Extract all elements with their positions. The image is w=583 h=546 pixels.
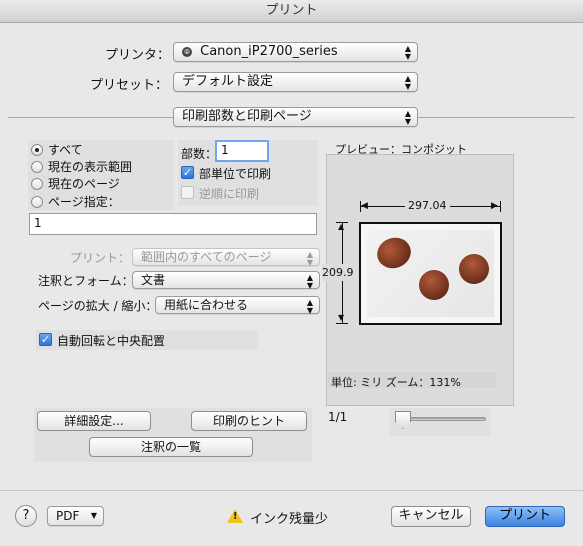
copies-input[interactable]: 1 <box>215 140 269 162</box>
pdf-menu-button[interactable]: PDF ▼ <box>47 506 104 526</box>
ink-warning-label: インク残量少 <box>250 512 329 527</box>
height-label: 209.9 <box>322 264 354 281</box>
updown-arrows-icon: ▲ ▼ <box>404 109 412 126</box>
radio-specify-label: ページ指定： <box>48 195 120 209</box>
updown-arrows-icon: ▲ ▼ <box>404 74 412 91</box>
collate-checkbox[interactable]: ✓ <box>181 166 194 179</box>
scale-popup[interactable]: 用紙に合わせる ▲ ▼ <box>155 296 320 315</box>
autorotate-label: 自動回転と中央配置 <box>57 334 166 348</box>
printer-status-icon: ⦾ <box>182 46 192 57</box>
printer-label: プリンタ： <box>105 48 171 63</box>
down-arrow-icon: ▼ <box>338 313 345 322</box>
print-range-popup[interactable]: 範囲内のすべてのページ ▲ ▼ <box>132 248 320 267</box>
up-arrow-icon: ▲ <box>338 222 345 231</box>
radio-current-page-label: 現在のページ <box>48 177 120 191</box>
print-dialog: プリント プリンタ： ⦾ Canon_iP2700_series ▲ ▼ プリセッ… <box>0 0 583 546</box>
radio-all[interactable] <box>31 144 43 156</box>
width-label: 297.04 <box>405 199 450 212</box>
comments-label: 注釈とフォーム： <box>38 274 134 288</box>
page-counter: 1/1 <box>328 410 348 424</box>
section-value: 印刷部数と印刷ページ <box>182 109 312 124</box>
comments-value: 文書 <box>141 273 166 287</box>
footer-divider <box>0 490 583 491</box>
comments-list-button[interactable]: 注釈の一覧 <box>89 437 253 457</box>
updown-arrows-icon: ▲ ▼ <box>306 250 314 267</box>
radio-current-view-label: 現在の表示範囲 <box>48 160 133 174</box>
width-dimension: ◀ ▶ 297.04 <box>360 199 501 213</box>
radio-specify[interactable] <box>31 196 43 208</box>
radio-all-label: すべて <box>48 143 83 157</box>
printer-value: Canon_iP2700_series <box>200 44 338 59</box>
radio-current-view[interactable] <box>31 161 43 173</box>
seed-image <box>372 233 416 273</box>
collate-label: 部単位で印刷 <box>199 167 272 181</box>
updown-arrows-icon: ▲ ▼ <box>404 44 412 61</box>
print-button[interactable]: プリント <box>485 506 565 527</box>
updown-arrows-icon: ▲ ▼ <box>306 273 314 290</box>
section-popup[interactable]: 印刷部数と印刷ページ ▲ ▼ <box>173 107 418 127</box>
height-dimension: ▲ ▼ 209.9 <box>322 222 354 324</box>
updown-arrows-icon: ▲ ▼ <box>306 298 314 315</box>
print-range-label: プリント： <box>70 251 131 265</box>
copies-label: 部数： <box>181 147 218 161</box>
preset-popup[interactable]: デフォルト設定 ▲ ▼ <box>173 72 418 92</box>
radio-current-page[interactable] <box>31 178 43 190</box>
preview-page <box>359 222 502 325</box>
reverse-checkbox[interactable] <box>181 186 194 199</box>
print-hints-button[interactable]: 印刷のヒント <box>191 411 307 431</box>
preset-value: デフォルト設定 <box>182 74 274 89</box>
help-button[interactable]: ? <box>15 505 37 527</box>
units-zoom-label: 単位: ミリ ズーム：131% <box>331 376 461 389</box>
chevron-down-icon: ▼ <box>90 511 97 520</box>
comments-popup[interactable]: 文書 ▲ ▼ <box>132 271 320 290</box>
right-arrow-icon: ▶ <box>491 201 498 211</box>
cancel-button[interactable]: キャンセル <box>391 506 471 527</box>
page-range-input[interactable]: 1 <box>29 213 317 235</box>
reverse-label: 逆順に印刷 <box>199 187 260 201</box>
zoom-slider-track[interactable] <box>398 417 486 421</box>
preview-image <box>367 230 494 317</box>
advanced-settings-button[interactable]: 詳細設定... <box>37 411 151 431</box>
warning-icon: ! <box>227 509 243 523</box>
left-arrow-icon: ◀ <box>361 201 368 211</box>
window-title: プリント <box>0 0 583 23</box>
autorotate-checkbox[interactable]: ✓ <box>39 333 52 346</box>
scale-label: ページの拡大 / 縮小： <box>38 299 158 313</box>
seed-image <box>455 250 493 288</box>
seed-image <box>419 270 449 300</box>
pdf-label: PDF <box>56 509 80 523</box>
print-range-value: 範囲内のすべてのページ <box>141 250 272 264</box>
printer-popup[interactable]: ⦾ Canon_iP2700_series ▲ ▼ <box>173 42 418 62</box>
preset-label: プリセット： <box>90 78 169 93</box>
scale-value: 用紙に合わせる <box>164 298 249 312</box>
